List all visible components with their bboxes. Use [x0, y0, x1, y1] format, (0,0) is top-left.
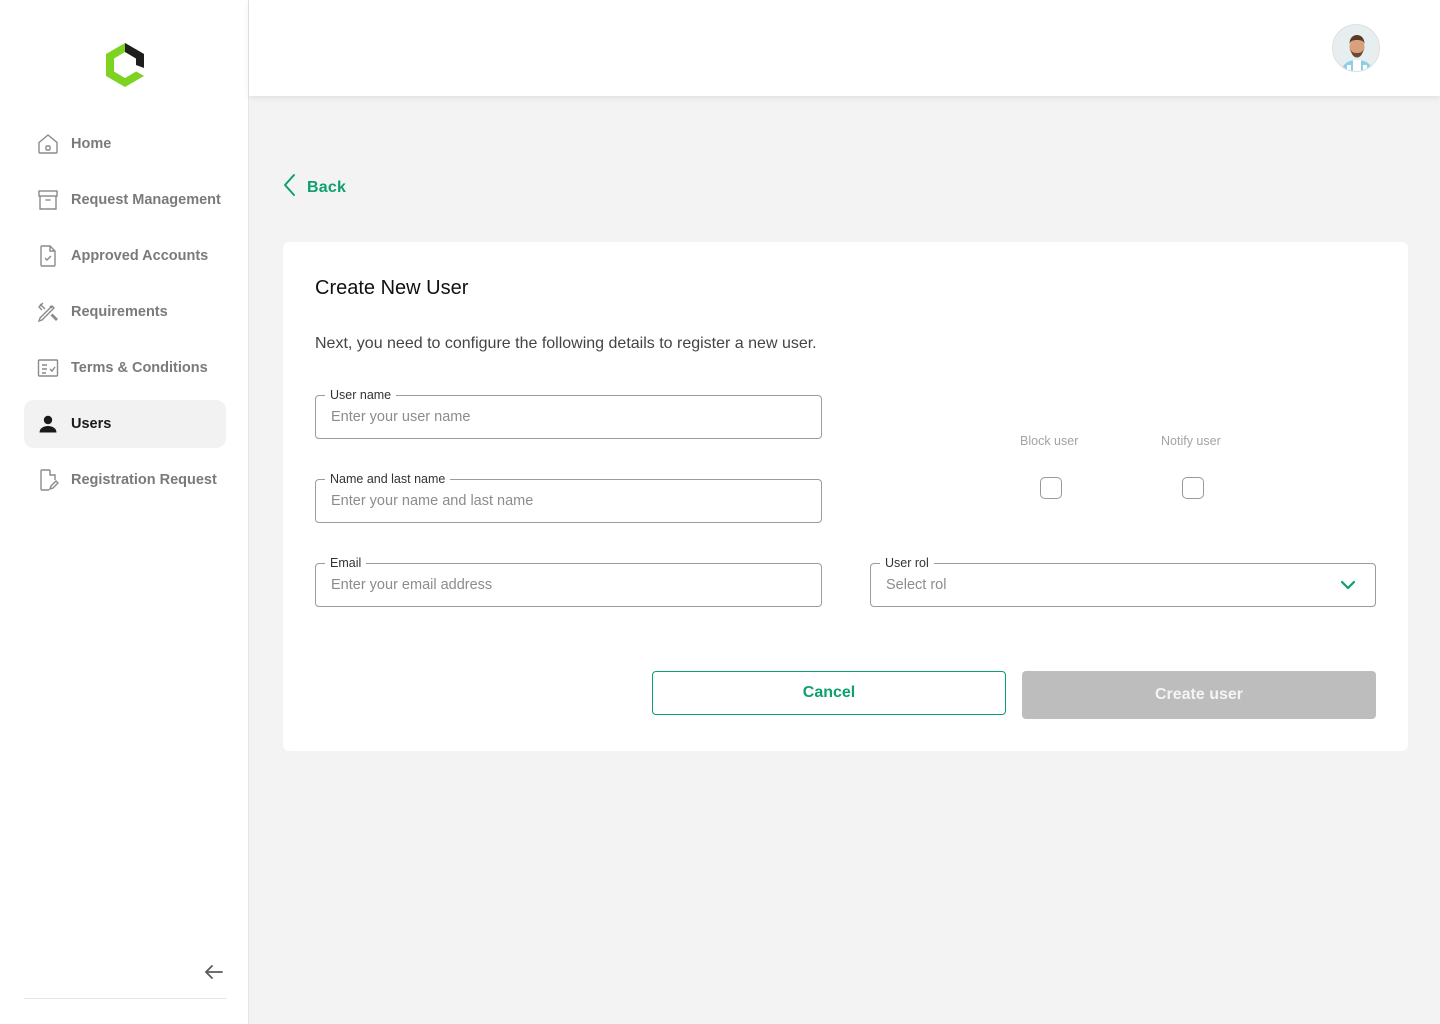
fullname-field: Name and last name — [315, 471, 822, 523]
sidebar-item-label: Request Management — [71, 192, 221, 208]
back-link[interactable]: Back — [280, 172, 346, 203]
create-user-button[interactable]: Create user — [1022, 671, 1376, 719]
user-role-value: Select rol — [886, 577, 947, 593]
arrow-left-icon — [200, 965, 228, 988]
sidebar-item-label: Users — [71, 416, 112, 432]
home-icon — [36, 132, 60, 156]
sidebar-item-terms-conditions[interactable]: Terms & Conditions — [24, 344, 226, 392]
sidebar-item-label: Home — [71, 136, 112, 152]
notify-user-label: Notify user — [1161, 434, 1221, 448]
sidebar-divider — [24, 998, 226, 999]
sidebar-item-registration-request[interactable]: Registration Request — [24, 456, 226, 504]
sidebar-item-requirements[interactable]: Requirements — [24, 288, 226, 336]
cancel-button[interactable]: Cancel — [652, 671, 1006, 715]
brand-logo[interactable] — [104, 42, 146, 88]
username-label: User name — [325, 387, 397, 403]
sidebar-item-home[interactable]: Home — [24, 120, 226, 168]
block-user-checkbox[interactable] — [1040, 477, 1062, 499]
page-title: Create New User — [315, 277, 469, 299]
chevron-down-icon — [1339, 578, 1357, 592]
chevron-left-icon — [280, 172, 307, 203]
email-field: Email — [315, 555, 822, 607]
checklist-icon — [36, 356, 60, 380]
create-user-card: Create New User Next, you need to config… — [283, 242, 1408, 751]
pencil-ruler-icon — [36, 300, 60, 324]
sidebar-item-label: Registration Request — [71, 472, 217, 488]
user-role-label: User rol — [880, 555, 934, 571]
sidebar-item-label: Terms & Conditions — [71, 360, 208, 376]
sidebar-item-label: Requirements — [71, 304, 168, 320]
top-header — [249, 0, 1440, 96]
user-role-select[interactable]: User rol Select rol — [870, 555, 1376, 607]
archive-box-icon — [36, 188, 60, 212]
user-icon — [36, 412, 60, 436]
username-field: User name — [315, 387, 822, 439]
sidebar-item-label: Approved Accounts — [71, 248, 209, 264]
fullname-label: Name and last name — [325, 471, 451, 487]
form-description: Next, you need to configure the followin… — [315, 335, 817, 352]
sidebar-item-approved-accounts[interactable]: Approved Accounts — [24, 232, 226, 280]
sidebar: Home Request Management Approved Account… — [0, 0, 249, 1024]
user-avatar[interactable] — [1332, 24, 1380, 72]
sidebar-item-users[interactable]: Users — [24, 400, 226, 448]
notify-user-checkbox[interactable] — [1182, 477, 1204, 499]
document-check-icon — [36, 244, 60, 268]
collapse-sidebar-button[interactable] — [200, 960, 228, 984]
email-label: Email — [325, 555, 367, 571]
email-input[interactable] — [316, 564, 821, 606]
block-user-label: Block user — [1020, 434, 1079, 448]
back-label: Back — [307, 178, 347, 196]
document-edit-icon — [36, 468, 60, 492]
sidebar-nav: Home Request Management Approved Account… — [24, 120, 226, 512]
sidebar-item-request-management[interactable]: Request Management — [24, 176, 226, 224]
